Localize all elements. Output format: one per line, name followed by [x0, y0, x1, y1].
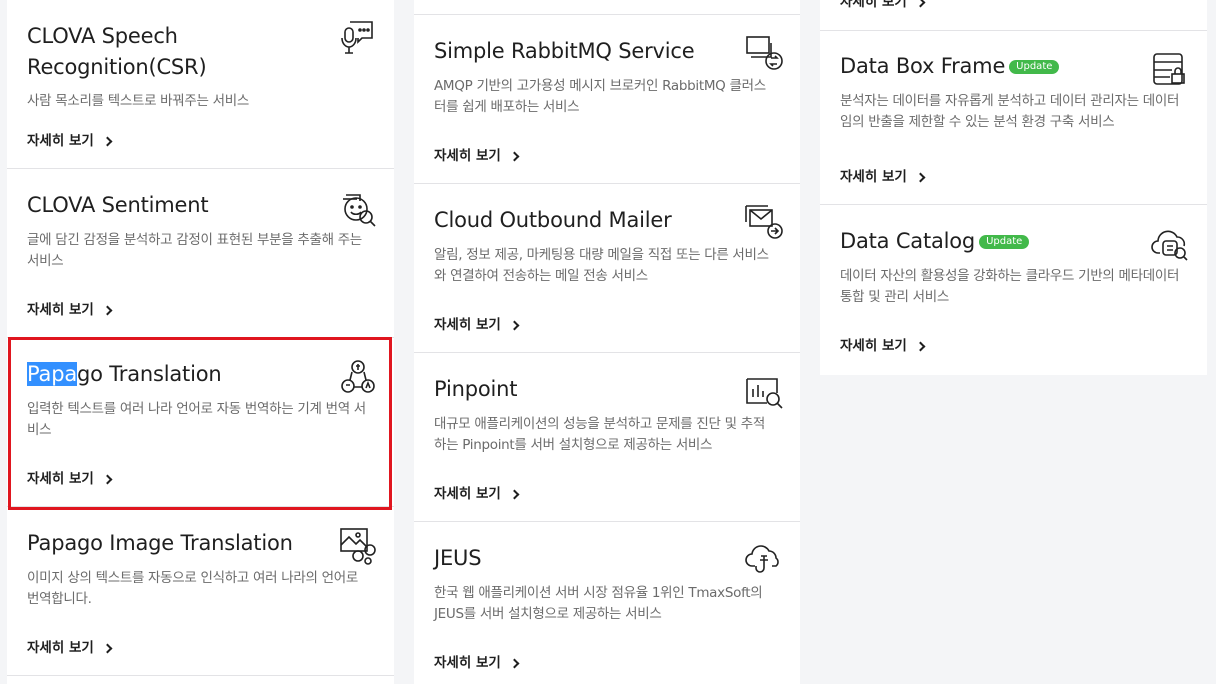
service-description: 글에 담긴 감정을 분석하고 감정이 표현된 부분을 추출해 주는 서비스 [27, 232, 362, 269]
service-card-pinpoint: Pinpoint 대규모 애플리케이션의 성능을 분석하고 문제를 진단 및 추… [414, 353, 800, 522]
service-description: 분석자는 데이터를 자유롭게 분석하고 데이터 관리자는 데이터 임의 반출을 … [840, 93, 1180, 130]
update-badge: Update [1009, 60, 1060, 74]
service-title[interactable]: Data Catalog Update [840, 226, 1030, 257]
sentiment-face-search-icon [338, 189, 378, 229]
service-title[interactable]: Papago Image Translation [27, 528, 293, 559]
service-column-3: 자세히 보기 Data Box Frame Update 분석자는 데이터를 자유… [820, 0, 1207, 375]
chevron-right-icon [509, 320, 520, 330]
service-title[interactable]: CLOVA Speech Recognition(CSR) [27, 21, 207, 83]
service-title[interactable]: Pinpoint [434, 374, 518, 405]
service-description: 사람 목소리를 텍스트로 바꿔주는 서비스 [27, 93, 250, 109]
service-description: 데이터 자산의 활용성을 강화하는 클라우드 기반의 메타데이터 통합 및 관리… [840, 268, 1180, 305]
more-link[interactable]: 자세히 보기 [27, 300, 113, 320]
more-link[interactable]: 자세히 보기 [434, 146, 520, 166]
service-card-clova-sentiment: CLOVA Sentiment 글에 담긴 감정을 분석하고 감정이 표현된 부… [7, 169, 394, 338]
update-badge: Update [979, 235, 1030, 249]
image-translation-icon [338, 525, 378, 565]
more-link[interactable]: 자세히 보기 [27, 131, 113, 151]
service-card-cloud-outbound-mailer: Cloud Outbound Mailer 알림, 정보 제공, 마케팅용 대량… [414, 184, 800, 353]
service-title[interactable]: JEUS [434, 543, 482, 574]
service-card-papago-image-translation: Papago Image Translation 이미지 상의 텍스트를 자동으… [7, 507, 394, 676]
chevron-right-icon [915, 0, 926, 7]
chart-search-icon [744, 373, 784, 413]
service-description: 이미지 상의 텍스트를 자동으로 인식하고 여러 나라의 언어로 번역합니다. [27, 570, 358, 607]
chevron-right-icon [102, 305, 113, 315]
service-description: 알림, 정보 제공, 마케팅용 대량 메일을 직접 또는 다른 서비스와 연결하… [434, 247, 769, 284]
chevron-right-icon [915, 341, 926, 351]
data-box-lock-icon [1150, 49, 1190, 89]
service-card-jeus: JEUS 한국 웹 애플리케이션 서버 시장 점유율 1위인 TmaxSoft의… [414, 522, 800, 684]
service-title[interactable]: Cloud Outbound Mailer [434, 205, 672, 236]
chevron-right-icon [509, 151, 520, 161]
message-queue-icon [744, 33, 784, 73]
more-link[interactable]: 자세히 보기 [840, 167, 926, 187]
service-card-data-box-frame: Data Box Frame Update 분석자는 데이터를 자유롭게 분석하고… [820, 31, 1207, 205]
chevron-right-icon [509, 489, 520, 499]
speech-bubble-mic-icon [338, 18, 378, 58]
service-title[interactable]: Simple RabbitMQ Service [434, 36, 695, 67]
service-description: 한국 웹 애플리케이션 서버 시장 점유율 1위인 TmaxSoft의 JEUS… [434, 585, 763, 622]
chevron-right-icon [102, 643, 113, 653]
selection-highlight-box [8, 337, 392, 510]
mail-send-icon [744, 202, 784, 242]
service-card-previous [414, 0, 800, 15]
chevron-right-icon [102, 136, 113, 146]
more-link[interactable]: 자세히 보기 [840, 0, 926, 12]
chevron-right-icon [509, 658, 520, 668]
more-link[interactable]: 자세히 보기 [434, 484, 520, 504]
chevron-right-icon [915, 172, 926, 182]
service-card-clova-speech: CLOVA Speech Recognition(CSR) 사람 목소리를 텍스… [7, 0, 394, 169]
service-description: AMQP 기반의 고가용성 메시지 브로커인 RabbitMQ 클러스터를 쉽게… [434, 78, 766, 115]
cloud-catalog-icon [1150, 223, 1190, 263]
more-link[interactable]: 자세히 보기 [434, 315, 520, 335]
service-description: 대규모 애플리케이션의 성능을 분석하고 문제를 진단 및 추적하는 Pinpo… [434, 416, 765, 453]
service-card-simple-rabbitmq: Simple RabbitMQ Service AMQP 기반의 고가용성 메시… [414, 15, 800, 184]
cloud-plug-icon [744, 540, 784, 580]
service-card-previous: 자세히 보기 [820, 0, 1207, 31]
service-card-data-catalog: Data Catalog Update 데이터 자산의 활용성을 강화하는 클라우… [820, 205, 1207, 375]
service-title[interactable]: Data Box Frame Update [840, 51, 1060, 82]
service-column-2: Simple RabbitMQ Service AMQP 기반의 고가용성 메시… [414, 0, 800, 684]
more-link[interactable]: 자세히 보기 [840, 336, 926, 356]
service-title[interactable]: CLOVA Sentiment [27, 190, 209, 221]
more-link[interactable]: 자세히 보기 [434, 653, 520, 673]
more-link[interactable]: 자세히 보기 [27, 638, 113, 658]
